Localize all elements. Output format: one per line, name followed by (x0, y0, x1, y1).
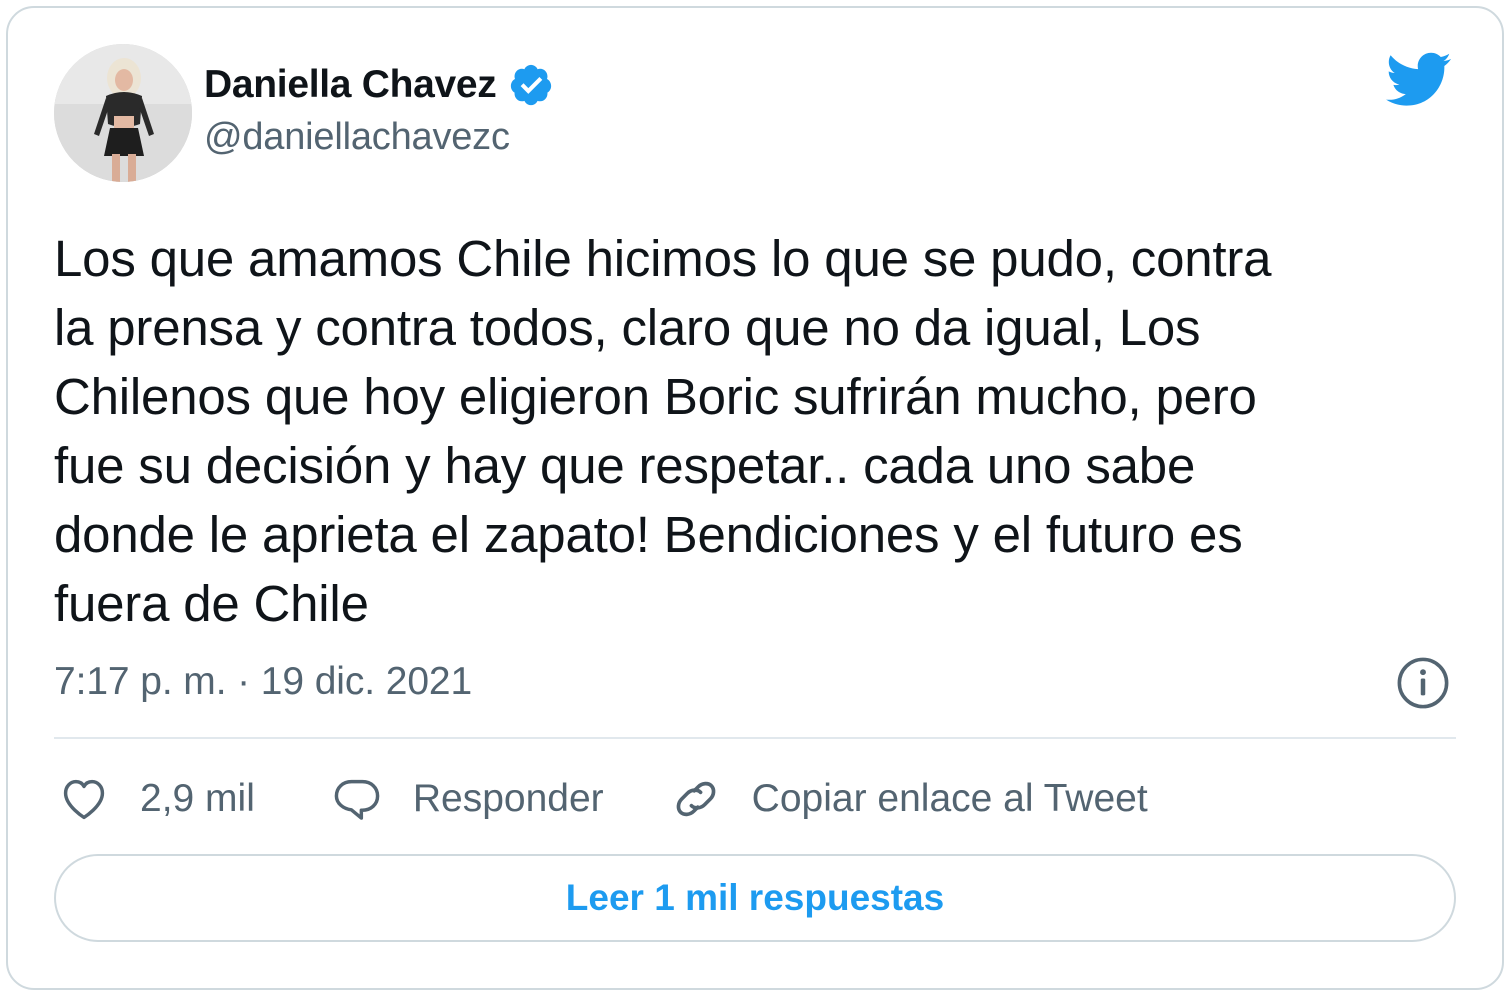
read-replies-button[interactable]: Leer 1 mil respuestas (54, 854, 1456, 942)
author-handle[interactable]: @daniellachavezc (204, 116, 554, 159)
like-button[interactable]: 2,9 mil (58, 773, 255, 825)
link-icon (676, 781, 716, 817)
heart-icon (63, 779, 105, 820)
like-count: 2,9 mil (140, 777, 255, 820)
tweet-card: Daniella Chavez @daniellachavezc Los que… (6, 6, 1504, 990)
avatar-photo (54, 44, 192, 182)
reply-button[interactable]: Responder (331, 773, 604, 825)
author-name-row: Daniella Chavez (204, 60, 554, 110)
speech-bubble-icon (334, 779, 380, 820)
tweet-timestamp[interactable]: 7:17 p. m. · 19 dic. 2021 (54, 660, 472, 704)
copy-link-button[interactable]: Copiar enlace al Tweet (670, 773, 1148, 825)
avatar[interactable] (54, 44, 192, 182)
author-block: Daniella Chavez @daniellachavezc (204, 60, 554, 159)
twitter-bird-icon[interactable] (1386, 52, 1452, 108)
author-name[interactable]: Daniella Chavez (204, 63, 497, 107)
action-bar: 2,9 mil Responder Copiar enlace al Tweet (58, 770, 1148, 828)
verified-badge-icon (511, 64, 552, 106)
tweet-text: Los que amamos Chile hicimos lo que se p… (54, 230, 1272, 632)
copy-link-label: Copiar enlace al Tweet (751, 777, 1148, 820)
divider (54, 737, 1456, 739)
info-icon[interactable] (1396, 656, 1450, 710)
reply-label: Responder (412, 777, 604, 820)
